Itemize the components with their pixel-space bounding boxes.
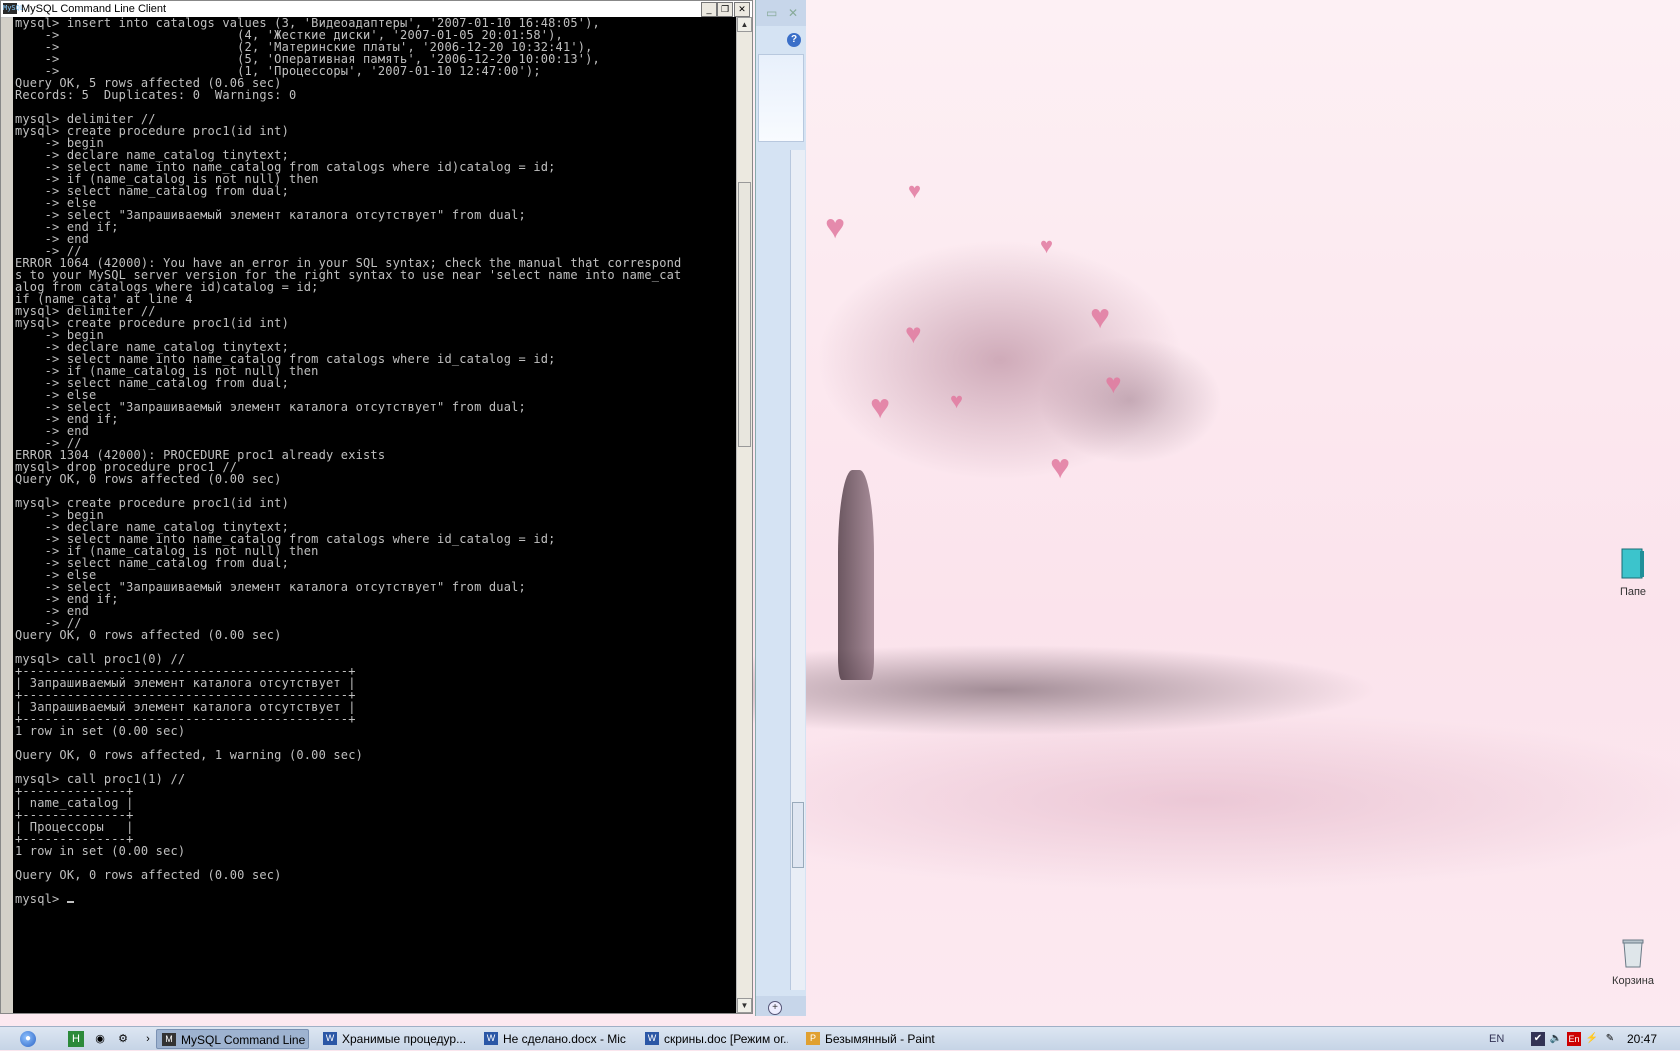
desktop-icon-label: Папе: [1619, 586, 1647, 598]
minimize-icon[interactable]: ▭: [766, 6, 777, 20]
console-window[interactable]: MySQL MySQL Command Line Client _ ❐ ✕ my…: [0, 0, 753, 1014]
start-button[interactable]: ●: [20, 1031, 36, 1047]
side-panel-titlebar: ▭ ✕: [756, 0, 806, 26]
help-icon[interactable]: ?: [787, 33, 801, 47]
chevron-right-icon[interactable]: ›: [140, 1031, 156, 1047]
word-icon: W: [484, 1032, 498, 1045]
security-icon[interactable]: ✔: [1531, 1032, 1545, 1046]
zoom-in-icon[interactable]: +: [768, 1001, 782, 1015]
text-cursor: [66, 901, 74, 903]
task-word-not-done[interactable]: W Не сделано.docx - Mic...: [479, 1029, 627, 1049]
task-label: Не сделано.docx - Mic...: [503, 1032, 627, 1046]
scroll-thumb[interactable]: [738, 182, 751, 447]
tree-trunk: [838, 470, 874, 680]
side-panel-window[interactable]: ▭ ✕ ? +: [755, 0, 806, 1016]
scroll-up-button[interactable]: ▲: [737, 17, 752, 32]
heart-decoration: ♥: [1105, 368, 1122, 399]
chrome-icon[interactable]: ◉: [92, 1031, 108, 1047]
desktop-icon-label: Корзина: [1612, 975, 1654, 987]
task-label: MySQL Command Line ...: [181, 1033, 309, 1047]
keyboard-layout-icon[interactable]: En: [1567, 1032, 1581, 1046]
close-button[interactable]: ✕: [734, 2, 750, 17]
word-icon: W: [645, 1032, 659, 1045]
heart-decoration: ♥: [1050, 448, 1071, 486]
task-label: Хранимые процедур...: [342, 1032, 466, 1046]
task-word-procedures[interactable]: W Хранимые процедур...: [318, 1029, 466, 1049]
mysql-icon: MySQL: [3, 3, 25, 14]
scroll-down-button[interactable]: ▼: [737, 998, 752, 1013]
task-word-screens[interactable]: W скрины.doc [Режим ог...: [640, 1029, 788, 1049]
word-icon: W: [323, 1032, 337, 1045]
language-indicator[interactable]: EN: [1489, 1027, 1504, 1051]
desktop-icon-folder[interactable]: Папе: [1598, 548, 1668, 598]
desktop-icon-recycle-bin[interactable]: Корзина: [1598, 937, 1668, 987]
minimize-button[interactable]: _: [701, 2, 717, 17]
close-icon[interactable]: ✕: [788, 6, 798, 20]
network-icon[interactable]: ⚙: [115, 1031, 131, 1047]
heart-decoration: ♥: [905, 318, 922, 349]
folder-book-icon: [1598, 548, 1668, 583]
vertical-scrollbar[interactable]: ▲ ▼: [736, 17, 752, 1013]
network-tray-icon[interactable]: ⚡: [1585, 1032, 1599, 1046]
task-mysql[interactable]: M MySQL Command Line ...: [156, 1029, 309, 1049]
heart-decoration: ♥: [1040, 233, 1054, 258]
heart-decoration: ♥: [825, 208, 846, 246]
task-label: Безымянный - Paint: [825, 1032, 935, 1046]
side-panel-ribbon: [758, 54, 804, 142]
console-output[interactable]: mysql> insert into catalogs values (3, '…: [13, 17, 736, 1013]
scroll-thumb[interactable]: [792, 802, 804, 868]
quicklaunch-icon[interactable]: H: [68, 1031, 84, 1047]
paint-icon: P: [806, 1032, 820, 1045]
heart-decoration: ♥: [870, 388, 891, 426]
title-bar[interactable]: MySQL MySQL Command Line Client _ ❐ ✕: [1, 1, 752, 18]
heart-decoration: ♥: [1090, 298, 1111, 336]
heart-decoration: ♥: [950, 388, 964, 413]
window-title: MySQL Command Line Client: [21, 3, 167, 15]
mysql-icon: M: [162, 1033, 176, 1046]
task-label: скрины.doc [Режим ог...: [664, 1032, 788, 1046]
recycle-bin-icon: [1598, 937, 1668, 972]
clock: 20:47: [1627, 1032, 1658, 1046]
console-text: mysql> insert into catalogs values (3, '…: [15, 17, 682, 906]
side-panel-scrollbar[interactable]: [790, 150, 805, 990]
task-paint[interactable]: P Безымянный - Paint: [801, 1029, 949, 1049]
volume-icon[interactable]: 🔈: [1549, 1032, 1563, 1046]
tray-app-icon[interactable]: ✎: [1603, 1032, 1617, 1046]
taskbar: ● H ◉ ⚙ › M MySQL Command Line ... W Хра…: [0, 1026, 1680, 1050]
heart-decoration: ♥: [908, 178, 922, 203]
maximize-button[interactable]: ❐: [717, 2, 733, 17]
